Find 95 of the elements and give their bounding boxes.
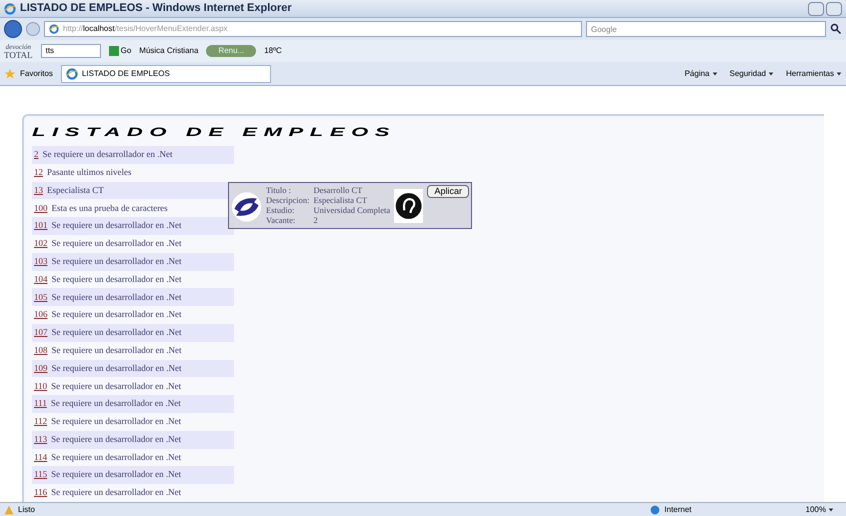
job-title: Pasante ultimos niveles xyxy=(47,166,132,179)
job-title: Se requiere un desarrollador en .Net xyxy=(52,272,182,286)
job-id-link[interactable]: 12 xyxy=(34,166,43,180)
zoom-button[interactable]: 100% xyxy=(806,504,834,516)
list-row[interactable]: 112 Se requiere un desarrollador en .Net xyxy=(32,412,234,431)
field-label: Titulo : xyxy=(266,185,292,195)
job-title: Se requiere un desarrollador en .Net xyxy=(50,397,181,410)
page-heading: LISTADO DE EMPLEOS xyxy=(32,126,398,137)
zone-text: Internet xyxy=(664,504,692,516)
e-logo-icon xyxy=(66,68,78,80)
field-label: Descripcion: xyxy=(266,195,310,205)
job-id-link[interactable]: 110 xyxy=(34,380,48,393)
command-menu[interactable]: Seguridad xyxy=(730,68,774,80)
radio-station-link[interactable]: Música Cristiana xyxy=(139,45,198,57)
list-row[interactable]: 107 Se requiere un desarrollador en .Net xyxy=(32,324,234,342)
favorites-button[interactable]: Favoritos xyxy=(4,68,53,80)
list-row[interactable]: 109 Se requiere un desarrollador en .Net xyxy=(32,360,234,378)
job-id-link[interactable]: 100 xyxy=(34,202,48,216)
apply-button[interactable]: Aplicar xyxy=(427,185,469,198)
e-logo-icon xyxy=(4,2,16,14)
list-row[interactable]: 106 Se requiere un desarrollador en .Net xyxy=(32,306,234,324)
e-logo-icon xyxy=(49,24,59,34)
job-title: Esta es una prueba de caracteres xyxy=(52,202,168,215)
job-title: Se requiere un desarrollador en .Net xyxy=(51,450,182,464)
job-title: Se requiere un desarrollador en .Net xyxy=(52,308,182,322)
job-title: Se requiere un desarrollador en .Net xyxy=(51,486,182,500)
star-icon xyxy=(4,68,16,80)
job-id-link[interactable]: 2 xyxy=(34,148,38,162)
ear-icon xyxy=(394,189,424,223)
job-title: Se requiere un desarrollador en .Net xyxy=(52,344,182,357)
job-id-link[interactable]: 115 xyxy=(34,468,48,482)
field-value: Desarrollo CT xyxy=(313,185,364,195)
field-label: Estudio: xyxy=(266,205,296,215)
weather-text: 18ºC xyxy=(264,45,282,57)
caret-icon xyxy=(828,506,834,512)
job-title: Se requiere un desarrollador en .Net xyxy=(52,254,182,268)
job-title: Especialista CT xyxy=(47,184,104,197)
list-row[interactable]: 105 Se requiere un desarrollador en .Net xyxy=(32,288,234,306)
list-row[interactable]: 2 Se requiere un desarrollador en .Net xyxy=(32,146,234,164)
job-id-link[interactable]: 107 xyxy=(34,326,48,340)
job-id-link[interactable]: 101 xyxy=(34,219,48,233)
list-row[interactable]: 113 Se requiere un desarrollador en .Net xyxy=(32,430,234,449)
search-icon xyxy=(830,23,842,35)
job-title: Se requiere un desarrollador en .Net xyxy=(51,380,182,393)
job-title: Se requiere un desarrollador en .Net xyxy=(52,219,182,232)
caret-icon xyxy=(712,70,718,76)
list-row[interactable]: 115 Se requiere un desarrollador en .Net xyxy=(32,466,234,484)
caret-icon xyxy=(836,70,842,76)
job-title: Se requiere un desarrollador en .Net xyxy=(52,290,182,304)
command-menu[interactable]: Página xyxy=(684,68,718,80)
search-field[interactable]: Google xyxy=(586,21,826,37)
status-text: Listo xyxy=(18,504,35,516)
command-menu[interactable]: Herramientas xyxy=(786,68,842,80)
list-row[interactable]: 103 Se requiere un desarrollador en .Net xyxy=(32,252,234,271)
job-id-link[interactable]: 116 xyxy=(34,486,48,500)
caret-icon xyxy=(768,70,774,76)
warning-icon xyxy=(4,504,14,514)
list-row[interactable]: 108 Se requiere un desarrollador en .Net xyxy=(32,342,234,360)
job-id-link[interactable]: 114 xyxy=(34,450,48,464)
job-title: Se requiere un desarrollador en .Net xyxy=(51,415,182,428)
field-label: Vacante: xyxy=(266,215,296,225)
job-id-link[interactable]: 113 xyxy=(34,432,48,446)
address-field[interactable]: http://localhost/tesis/HoverMenuExtender.aspx xyxy=(44,21,582,37)
field-value: 2 xyxy=(313,215,319,225)
job-id-link[interactable]: 13 xyxy=(34,184,43,198)
list-row[interactable]: 116 Se requiere un desarrollador en .Net xyxy=(32,484,234,502)
job-id-link[interactable]: 102 xyxy=(34,237,48,251)
field-value: Especialista CT xyxy=(313,195,368,205)
list-row[interactable]: 104 Se requiere un desarrollador en .Net xyxy=(32,270,234,288)
list-row[interactable]: 12 Pasante ultimos niveles xyxy=(32,164,234,182)
job-title: Se requiere un desarrollador en .Net xyxy=(51,432,182,446)
job-id-link[interactable]: 103 xyxy=(34,254,48,268)
job-id-link[interactable]: 105 xyxy=(34,290,48,304)
list-row[interactable]: 101 Se requiere un desarrollador en .Net xyxy=(32,217,234,235)
job-id-link[interactable]: 106 xyxy=(34,308,48,322)
job-title: Se requiere un desarrollador en .Net xyxy=(52,326,182,340)
job-title: Se requiere un desarrollador en .Net xyxy=(52,237,182,250)
job-title: Se requiere un desarrollador en .Net xyxy=(42,148,172,162)
job-title: Se requiere un desarrollador en .Net xyxy=(51,468,182,482)
list-row[interactable]: 110 Se requiere un desarrollador en .Net xyxy=(32,377,234,396)
url-text: http://localhost/tesis/HoverMenuExtender.aspx xyxy=(63,23,228,35)
list-row[interactable]: 114 Se requiere un desarrollador en .Net xyxy=(32,448,234,466)
field-value: Universidad Completa xyxy=(313,205,390,215)
job-id-link[interactable]: 108 xyxy=(34,344,48,358)
toolbar-search-field[interactable]: tts xyxy=(40,44,101,58)
list-row[interactable]: 102 Se requiere un desarrollador en .Net xyxy=(32,234,234,253)
job-id-link[interactable]: 109 xyxy=(34,362,48,376)
job-id-link[interactable]: 104 xyxy=(34,272,48,286)
job-title: Se requiere un desarrollador en .Net xyxy=(52,362,182,375)
job-id-link[interactable]: 111 xyxy=(34,397,47,411)
browser-tab[interactable]: LISTADO DE EMPLEOS xyxy=(60,64,271,82)
job-id-link[interactable]: 112 xyxy=(34,415,48,429)
list-row[interactable]: 111 Se requiere un desarrollador en .Net xyxy=(32,395,234,413)
window-title: LISTADO DE EMPLEOS - Windows Internet Explorer xyxy=(20,1,292,16)
go-button[interactable]: Go xyxy=(108,45,132,57)
